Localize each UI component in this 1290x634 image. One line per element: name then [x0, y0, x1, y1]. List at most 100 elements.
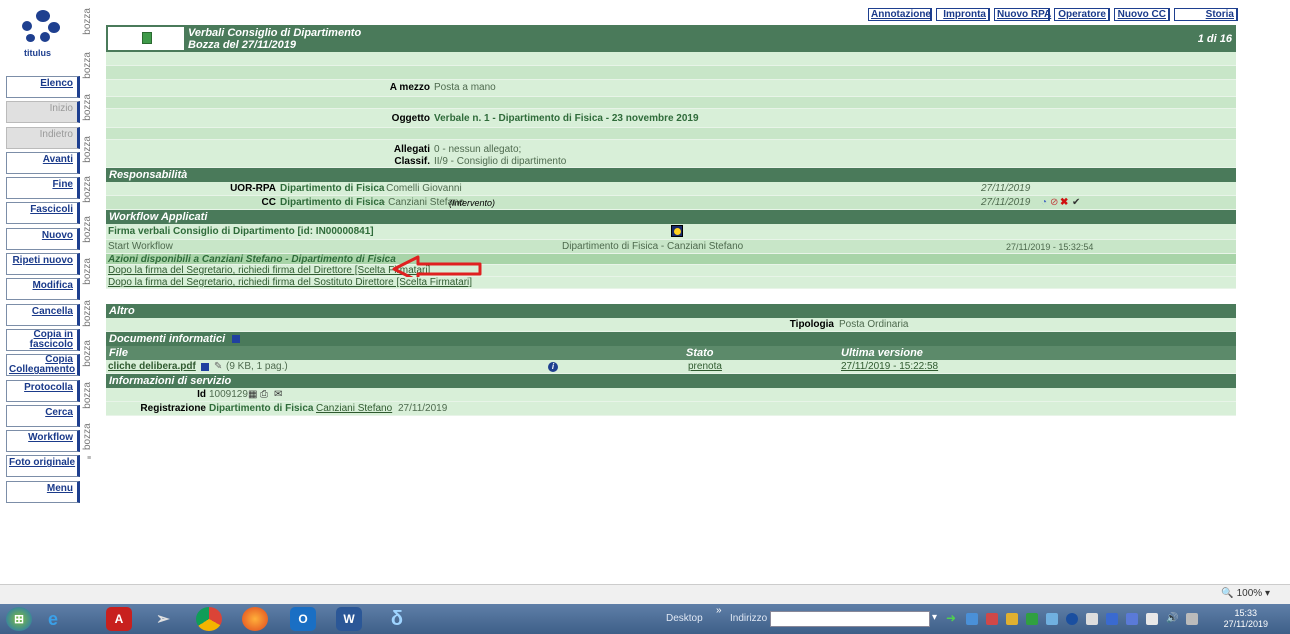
app-icon[interactable]: δ: [384, 607, 410, 631]
tray-icon-1[interactable]: [966, 613, 978, 625]
volume-icon[interactable]: 🔊: [1166, 613, 1178, 625]
nav-foto-originale[interactable]: Foto originale: [6, 455, 80, 478]
id-label: Id: [197, 389, 206, 400]
scanner-icon[interactable]: ➢: [150, 607, 176, 631]
col-file: File: [109, 347, 128, 359]
tray-icon-8[interactable]: [1106, 613, 1118, 625]
azione-sostituto-link[interactable]: Dopo la firma del Segretario, richiedi f…: [108, 277, 472, 289]
workflow-status-icon[interactable]: [671, 225, 683, 237]
word-icon[interactable]: W: [336, 607, 362, 631]
browser-statusbar: 🔍 100% ▾: [0, 584, 1290, 604]
cc-date: 27/11/2019: [981, 197, 1031, 208]
document-panel: Verbali Consiglio di Dipartimento Bozza …: [106, 25, 1236, 416]
oggetto-value: Verbale n. 1 - Dipartimento di Fisica - …: [434, 113, 699, 124]
registrazione-person-link[interactable]: Canziani Stefano: [316, 402, 392, 416]
tray-icon-3[interactable]: [1006, 613, 1018, 625]
file-stato-link[interactable]: prenota: [688, 360, 722, 374]
tray-icon-10[interactable]: [1146, 613, 1158, 625]
registrazione-dash: -: [309, 403, 313, 414]
go-arrow-icon[interactable]: ➜: [946, 611, 956, 625]
col-stato: Stato: [686, 347, 714, 359]
logo-label: titulus: [24, 48, 51, 58]
tray-icon-2[interactable]: [986, 613, 998, 625]
file-link[interactable]: cliche delibera.pdf: [108, 360, 196, 374]
nav-menu[interactable]: Menu: [6, 480, 80, 503]
nav-copia-collegamento[interactable]: Copia Collegamento: [6, 354, 80, 377]
document-header: Verbali Consiglio di Dipartimento Bozza …: [106, 25, 1236, 52]
file-sign-icon[interactable]: ✎: [214, 360, 222, 374]
expand-toolbar-icon[interactable]: »: [716, 605, 722, 616]
firefox-icon[interactable]: [242, 607, 268, 631]
chrome-icon[interactable]: [196, 607, 222, 631]
azione-direttore-link[interactable]: Dopo la firma del Segretario, richiedi f…: [108, 265, 430, 277]
cc-info-icon[interactable]: ◔: [1041, 196, 1047, 210]
indirizzo-label: Indirizzo: [730, 613, 768, 624]
nuovo-rpa-button[interactable]: Nuovo RPA: [994, 8, 1051, 21]
top-toolbar: Annotazione Impronta Nuovo RPA Operatore…: [868, 8, 1238, 21]
spacer-row: [106, 52, 1236, 66]
annotazione-button[interactable]: Annotazione: [868, 8, 932, 21]
tray-icon-5[interactable]: [1046, 613, 1058, 625]
clock[interactable]: 15:33 27/11/2019: [1224, 608, 1268, 630]
nav-indietro[interactable]: Indietro: [6, 126, 80, 149]
save-icon[interactable]: [232, 335, 241, 344]
tray-info-icon[interactable]: [1066, 613, 1078, 625]
outlook-icon[interactable]: O: [290, 607, 316, 631]
nav-fine[interactable]: Fine: [6, 177, 80, 200]
nav-fascicoli[interactable]: Fascicoli: [6, 202, 80, 225]
nav-protocolla[interactable]: Protocolla: [6, 379, 80, 402]
barcode-icon[interactable]: ▦: [248, 388, 257, 402]
ie-icon[interactable]: e: [40, 607, 66, 631]
nav-cerca[interactable]: Cerca: [6, 404, 80, 427]
file-row: cliche delibera.pdf ✎ (9 KB, 1 pag.) i p…: [106, 360, 1236, 374]
tray-icon-4[interactable]: [1026, 613, 1038, 625]
nav-inizio[interactable]: Inizio: [6, 101, 80, 124]
acrobat-icon[interactable]: A: [106, 607, 132, 631]
uor-dept: Dipartimento di Fisica: [280, 183, 385, 194]
tipologia-label: Tipologia: [789, 319, 834, 330]
nav-workflow[interactable]: Workflow: [6, 430, 80, 453]
start-button-icon[interactable]: ⊞: [6, 607, 32, 631]
impronta-button[interactable]: Impronta: [936, 8, 990, 21]
mezzo-row: A mezzo Posta a mano: [106, 80, 1236, 97]
address-input[interactable]: [770, 611, 930, 627]
cc-confirm-icon[interactable]: ✔: [1072, 196, 1080, 210]
storia-button[interactable]: Storia: [1174, 8, 1238, 21]
uor-label: UOR-RPA: [230, 183, 276, 194]
address-dropdown-icon[interactable]: ▾: [932, 612, 937, 623]
logo-dots-icon: [22, 10, 62, 44]
windows-taskbar: ⊞ e A ➢ O W δ Desktop » Indirizzo ▾ ➜ 🔊 …: [0, 604, 1290, 634]
operatore-button[interactable]: Operatore: [1054, 8, 1110, 21]
nav-copia-in-fascicolo[interactable]: Copia in fascicolo: [6, 328, 80, 351]
cc-delete-icon[interactable]: ✖: [1060, 196, 1068, 210]
servizio-header: Informazioni di servizio: [106, 374, 1236, 388]
bozza-watermark: bozza bozza bozza bozza bozza bozza bozz…: [82, 8, 93, 462]
nav-modifica[interactable]: Modifica: [6, 278, 80, 301]
titulus-logo: titulus: [8, 8, 74, 64]
file-save-icon[interactable]: [201, 363, 209, 371]
workflow-name: Firma verbali Consiglio di Dipartimento …: [108, 226, 374, 237]
file-versione-link[interactable]: 27/11/2019 - 15:22:58: [841, 360, 938, 374]
desktop-label: Desktop: [666, 613, 703, 624]
zoom-control[interactable]: 🔍 100% ▾: [1221, 588, 1270, 599]
nav-cancella[interactable]: Cancella: [6, 303, 80, 326]
azioni-title: Azioni disponibili a Canziani Stefano - …: [108, 254, 396, 265]
tray-icon-9[interactable]: [1126, 613, 1138, 625]
nav-avanti[interactable]: Avanti: [6, 151, 80, 174]
nav-nuovo[interactable]: Nuovo: [6, 227, 80, 250]
network-icon[interactable]: [1186, 613, 1198, 625]
documenti-title: Documenti informatici: [109, 333, 226, 345]
tray-flag-icon[interactable]: [1086, 613, 1098, 625]
print-icon[interactable]: ⎙: [260, 388, 268, 402]
cc-block-icon[interactable]: ⊘: [1050, 196, 1058, 210]
clock-date: 27/11/2019: [1223, 619, 1268, 629]
nuovo-cc-button[interactable]: Nuovo CC: [1114, 8, 1170, 21]
nav-elenco[interactable]: Elenco: [6, 76, 80, 98]
header-pager: 1 di 16: [1197, 33, 1232, 45]
info-icon[interactable]: i: [548, 362, 558, 372]
header-subtitle: Bozza del 27/11/2019: [188, 39, 297, 51]
mail-icon[interactable]: ✉: [274, 388, 282, 402]
nav-ripeti-nuovo[interactable]: Ripeti nuovo: [6, 253, 80, 276]
responsabilita-header: Responsabilità: [106, 168, 1236, 182]
